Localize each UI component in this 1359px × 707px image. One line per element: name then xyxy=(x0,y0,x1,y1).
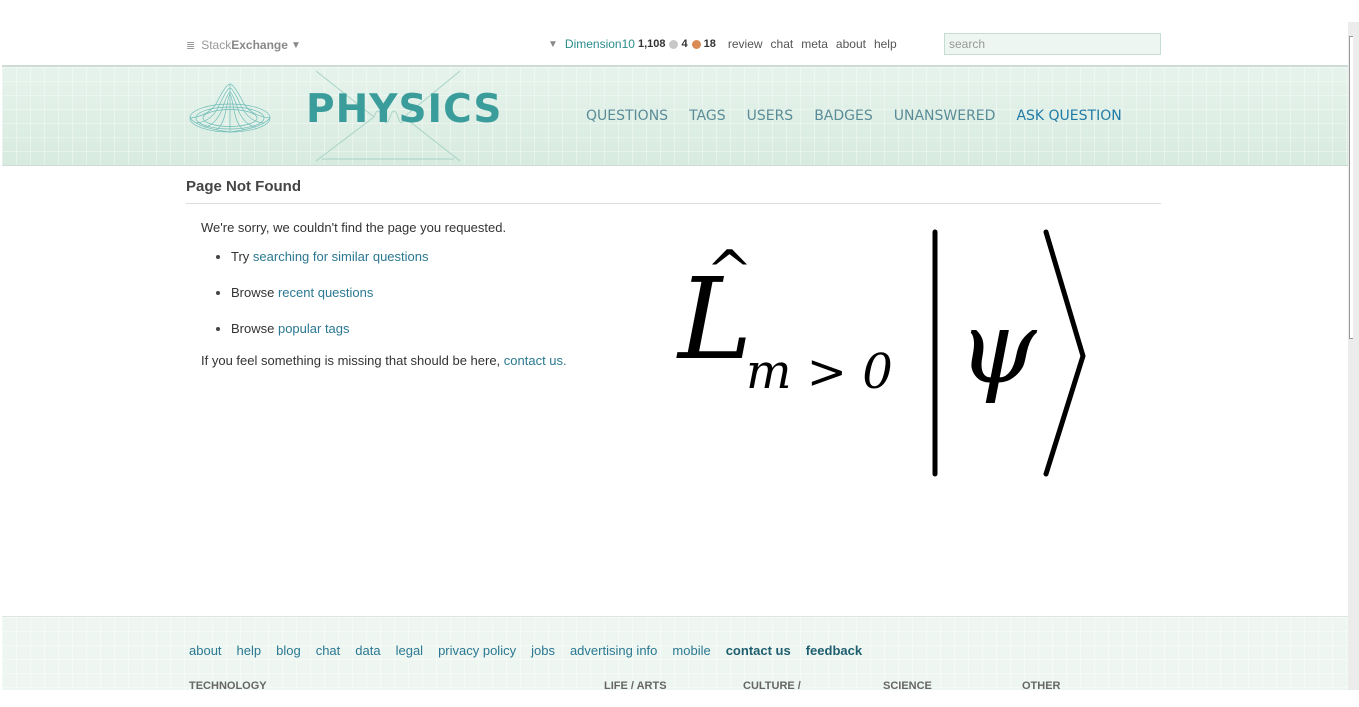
footer-link-legal[interactable]: legal xyxy=(396,643,423,658)
top-link-help[interactable]: help xyxy=(874,37,897,51)
suggestion-item: Browse recent questions xyxy=(215,285,567,301)
site-footer: about help blog chat data legal privacy … xyxy=(2,616,1348,692)
nav-users[interactable]: USERS xyxy=(747,108,794,124)
footer-link-contact[interactable]: contact us xyxy=(726,643,791,658)
silver-badge-icon xyxy=(669,39,679,49)
wave-mesh-logo-icon[interactable] xyxy=(188,82,272,138)
footer-link-help[interactable]: help xyxy=(237,643,262,658)
stackexchange-bold: Exchange xyxy=(231,38,288,52)
suggestion-prefix: Browse xyxy=(231,321,278,336)
footer-link-advertising[interactable]: advertising info xyxy=(570,643,657,658)
top-link-chat[interactable]: chat xyxy=(771,37,794,51)
suggestion-item: Try searching for similar questions xyxy=(215,249,567,265)
silver-badge-count: 4 xyxy=(681,38,688,50)
recent-questions-link[interactable]: recent questions xyxy=(278,285,373,300)
nav-unanswered[interactable]: UNANSWERED xyxy=(894,108,996,124)
stackexchange-menu[interactable]: ≣ Stack Exchange ▼ xyxy=(186,38,301,52)
inbox-dropdown-icon[interactable]: ▼ xyxy=(548,39,558,50)
formula-operator: L xyxy=(676,255,752,385)
missing-text: If you feel something is missing that sh… xyxy=(201,353,567,369)
formula-illustration: ^ L m > 0 ψ xyxy=(676,229,1086,477)
page-title: Page Not Found xyxy=(186,178,301,195)
footer-link-data[interactable]: data xyxy=(355,643,380,658)
footer-category-technology: TECHNOLOGY xyxy=(189,680,267,692)
contact-us-link[interactable]: contact us xyxy=(504,353,563,368)
search-input[interactable] xyxy=(944,33,1161,55)
footer-links: about help blog chat data legal privacy … xyxy=(189,643,877,658)
formula-subscript: m > 0 xyxy=(746,344,893,400)
popular-tags-link[interactable]: popular tags xyxy=(278,321,350,336)
site-name-logo[interactable]: PHYSICS xyxy=(306,87,503,132)
nav-tags[interactable]: TAGS xyxy=(689,108,726,124)
top-link-review[interactable]: review xyxy=(728,37,763,51)
footer-link-privacy[interactable]: privacy policy xyxy=(438,643,516,658)
title-divider xyxy=(186,203,1161,204)
footer-category-culture: CULTURE / xyxy=(743,680,801,692)
profile-link[interactable]: Dimension10 xyxy=(565,37,635,51)
nav-badges[interactable]: BADGES xyxy=(814,108,873,124)
footer-link-feedback[interactable]: feedback xyxy=(806,643,862,658)
suggestion-item: Browse popular tags xyxy=(215,321,567,337)
reputation: 1,108 xyxy=(637,38,666,50)
search-similar-link[interactable]: searching for similar questions xyxy=(253,249,429,264)
footer-link-jobs[interactable]: jobs xyxy=(531,643,555,658)
footer-link-about[interactable]: about xyxy=(189,643,222,658)
contact-suffix: . xyxy=(563,353,567,368)
menu-icon: ≣ xyxy=(186,39,196,52)
top-bar: ≣ Stack Exchange ▼ ▼ Dimension10 1,108 4 … xyxy=(0,0,1348,66)
bronze-badge-count: 18 xyxy=(703,38,716,50)
user-bar: ▼ Dimension10 1,108 4 18 review chat met… xyxy=(548,36,897,52)
bronze-badge-icon xyxy=(691,39,701,49)
footer-category-other: OTHER xyxy=(1022,680,1061,692)
suggestion-list: Try searching for similar questions Brow… xyxy=(215,249,567,337)
footer-category-life-arts: LIFE / ARTS xyxy=(604,680,667,692)
top-link-meta[interactable]: meta xyxy=(801,37,828,51)
site-header: PHYSICS QUESTIONS TAGS USERS BADGES UNAN… xyxy=(2,65,1348,166)
missing-text-body: If you feel something is missing that sh… xyxy=(201,353,504,368)
formula-psi: ψ xyxy=(958,289,1038,406)
ket-angle-bracket xyxy=(1043,229,1086,477)
footer-link-blog[interactable]: blog xyxy=(276,643,301,658)
scrollbar-thumb[interactable] xyxy=(1349,36,1353,339)
top-link-about[interactable]: about xyxy=(836,37,866,51)
suggestion-prefix: Browse xyxy=(231,285,278,300)
nav-questions[interactable]: QUESTIONS xyxy=(586,108,668,124)
footer-link-mobile[interactable]: mobile xyxy=(672,643,710,658)
apology-text: We're sorry, we couldn't find the page y… xyxy=(201,220,507,235)
ask-question-button[interactable]: ASK QUESTION xyxy=(1016,108,1121,124)
footer-link-chat[interactable]: chat xyxy=(316,643,341,658)
footer-category-science: SCIENCE xyxy=(883,680,932,692)
chevron-down-icon: ▼ xyxy=(290,39,301,51)
suggestion-prefix: Try xyxy=(231,249,253,264)
stackexchange-prefix: Stack xyxy=(201,38,232,52)
error-content: We're sorry, we couldn't find the page y… xyxy=(201,220,567,369)
main-nav: QUESTIONS TAGS USERS BADGES UNANSWERED A… xyxy=(586,108,1122,124)
